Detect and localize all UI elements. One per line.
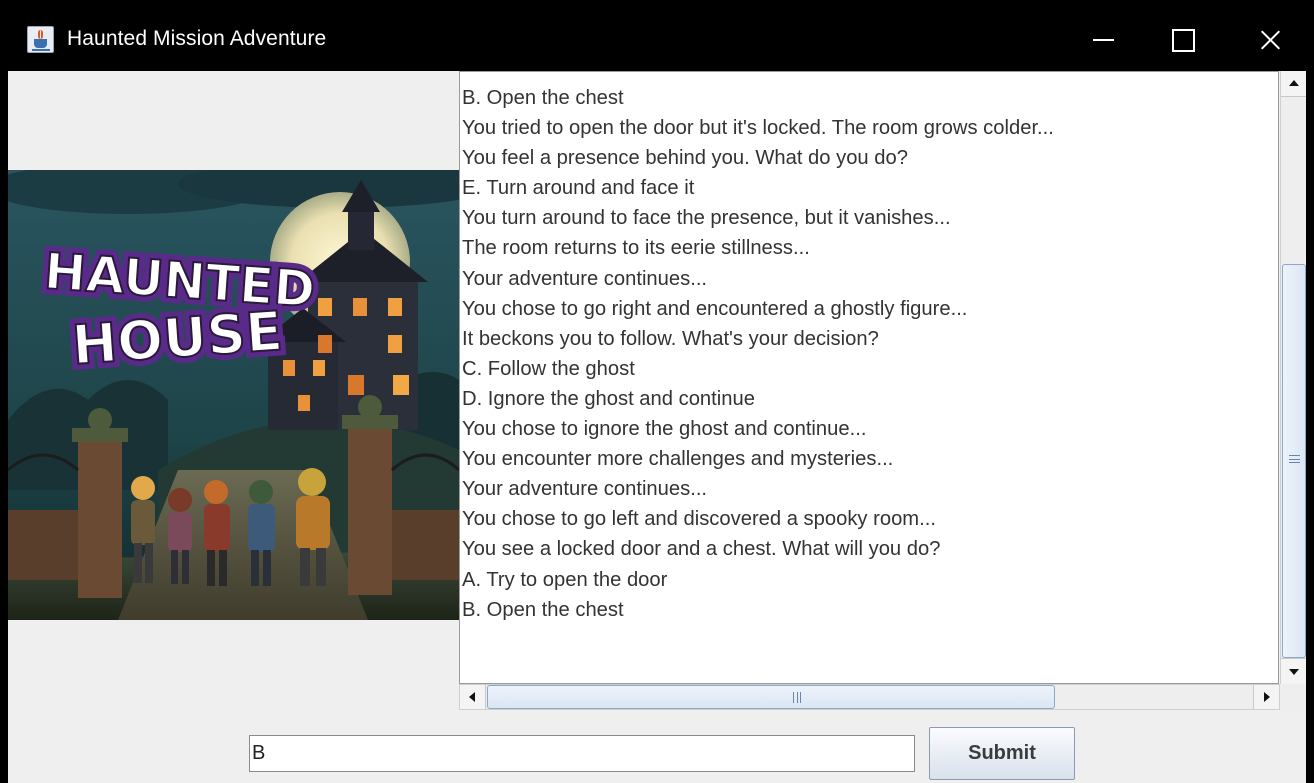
scroll-up-arrow-icon[interactable] [1281, 71, 1306, 97]
horizontal-scrollbar[interactable] [459, 684, 1280, 710]
story-text-area[interactable]: B. Open the chest You tried to open the d… [459, 71, 1279, 684]
story-line: It beckons you to follow. What's your de… [462, 327, 879, 350]
scroll-grip-icon [793, 692, 801, 703]
minimize-button[interactable] [1071, 8, 1141, 71]
story-line: C. Follow the ghost [462, 357, 635, 380]
window-title: Haunted Mission Adventure [67, 27, 327, 50]
scrollbar-corner [1280, 684, 1306, 710]
story-line: B. Open the chest [462, 87, 624, 109]
story-line: Your adventure continues... [462, 267, 708, 290]
maximize-button[interactable] [1148, 8, 1218, 71]
scroll-grip-icon [1289, 455, 1300, 463]
story-line: You turn around to face the presence, bu… [462, 207, 951, 230]
scroll-left-arrow-icon[interactable] [460, 685, 486, 709]
scroll-down-arrow-icon[interactable] [1281, 658, 1306, 684]
answer-input[interactable] [249, 735, 915, 772]
story-line: You encounter more challenges and myster… [462, 448, 894, 471]
app-window: Haunted Mission Adventure HAUNTED HAUNTE… [8, 8, 1306, 783]
story-line: You see a locked door and a chest. What … [462, 538, 941, 561]
story-line: A. Try to open the door [462, 568, 668, 591]
scroll-right-arrow-icon[interactable] [1253, 685, 1279, 709]
story-line: You chose to ignore the ghost and contin… [462, 418, 867, 441]
story-line: D. Ignore the ghost and continue [462, 387, 755, 410]
haunted-house-image: HAUNTED HAUNTED HOUSE HOUSE [8, 170, 459, 620]
story-line: Your adventure continues... [462, 478, 708, 501]
submit-button[interactable]: Submit [929, 727, 1075, 780]
story-line: B. Open the chest [462, 598, 624, 621]
story-line: You chose to go left and discovered a sp… [462, 508, 936, 531]
story-line: You tried to open the door but it's lock… [462, 117, 1054, 140]
story-line: You chose to go right and encountered a … [462, 297, 968, 320]
story-line: E. Turn around and face it [462, 177, 695, 200]
vertical-scrollbar[interactable] [1280, 71, 1306, 684]
story-line: The room returns to its eerie stillness.… [462, 237, 810, 260]
story-lines: B. Open the chest You tried to open the d… [462, 83, 1262, 625]
close-button[interactable] [1233, 8, 1303, 71]
java-app-icon[interactable] [27, 26, 54, 53]
title-bar[interactable]: Haunted Mission Adventure [8, 8, 1306, 71]
story-line: You feel a presence behind you. What do … [462, 147, 908, 170]
vertical-scroll-thumb[interactable] [1282, 264, 1306, 658]
horizontal-scroll-thumb[interactable] [487, 685, 1055, 709]
